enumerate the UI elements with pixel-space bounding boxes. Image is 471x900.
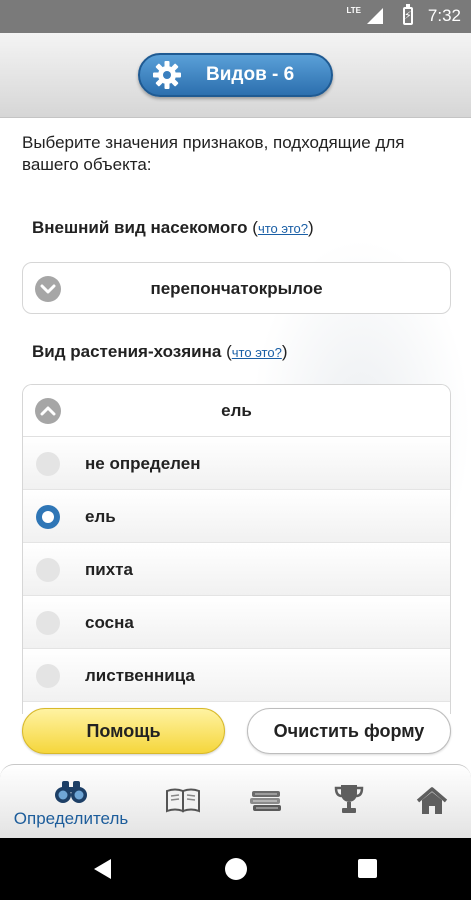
option-label: лиственница <box>85 666 195 685</box>
select-insect-appearance[interactable]: перепончатокрылое <box>22 262 451 314</box>
home-icon <box>416 787 448 814</box>
clear-form-button[interactable]: Очистить форму <box>247 708 451 754</box>
option-item[interactable]: лиственница <box>23 649 450 702</box>
option-label: не определен <box>85 454 201 473</box>
what-is-this-link[interactable]: что это? <box>232 345 282 360</box>
tab-library[interactable] <box>219 765 313 839</box>
species-count-button[interactable]: Видов - 6 <box>138 53 333 97</box>
intro-text: Выберите значения признаков, подходящие … <box>22 133 405 174</box>
radio-button[interactable] <box>36 558 60 582</box>
option-item[interactable]: сосна <box>23 596 450 649</box>
app-header: Видов - 6 <box>0 33 471 118</box>
home-circle-icon[interactable] <box>225 858 247 880</box>
book-icon <box>166 788 200 813</box>
tab-home[interactable] <box>385 765 471 839</box>
books-stack-icon <box>250 791 281 811</box>
system-nav-bar <box>0 838 471 900</box>
back-icon[interactable] <box>94 859 111 879</box>
species-count-label: Видов - 6 <box>206 64 295 85</box>
question-title: Вид растения-хозяина <box>32 342 222 361</box>
radio-button[interactable] <box>36 452 60 476</box>
selected-value: ель <box>221 401 252 420</box>
select-host-plant: ель не определен ель пихта сосна листвен… <box>22 384 451 714</box>
trophy-icon <box>334 785 364 813</box>
gear-icon <box>153 61 181 89</box>
tab-book[interactable] <box>136 765 230 839</box>
radio-button[interactable] <box>36 611 60 635</box>
recents-icon[interactable] <box>358 859 377 878</box>
tab-label: Определитель <box>13 809 129 828</box>
option-item[interactable]: пихта <box>23 543 450 596</box>
selected-value: перепончатокрылое <box>150 279 323 298</box>
help-button[interactable]: Помощь <box>22 708 225 754</box>
select-host-plant-header[interactable]: ель <box>23 385 450 437</box>
status-bar: LTE ⚡ 7:32 <box>0 0 471 33</box>
what-is-this-link[interactable]: что это? <box>258 221 308 236</box>
bottom-tab-bar: Определитель <box>0 764 471 838</box>
question-title: Внешний вид насекомого <box>32 218 248 237</box>
question-label-insect-appearance: Внешний вид насекомого (что это?) <box>32 218 314 237</box>
option-label: ель <box>85 507 116 526</box>
tab-achievements[interactable] <box>302 765 396 839</box>
option-label: сосна <box>85 613 134 632</box>
binoculars-icon <box>55 781 87 803</box>
option-item[interactable]: ель <box>23 490 450 543</box>
option-label: пихта <box>85 560 133 579</box>
clock: 7:32 <box>427 6 461 25</box>
radio-button[interactable] <box>36 664 60 688</box>
question-label-host-plant: Вид растения-хозяина (что это?) <box>32 342 288 361</box>
battery-icon: ⚡ <box>403 4 413 25</box>
signal-icon <box>367 8 383 24</box>
tab-identifier[interactable]: Определитель <box>0 765 142 839</box>
radio-button-selected[interactable] <box>36 505 60 529</box>
network-type-label: LTE <box>346 6 361 15</box>
form-content: Выберите значения признаков, подходящие … <box>0 118 471 764</box>
option-item[interactable]: не определен <box>23 437 450 490</box>
